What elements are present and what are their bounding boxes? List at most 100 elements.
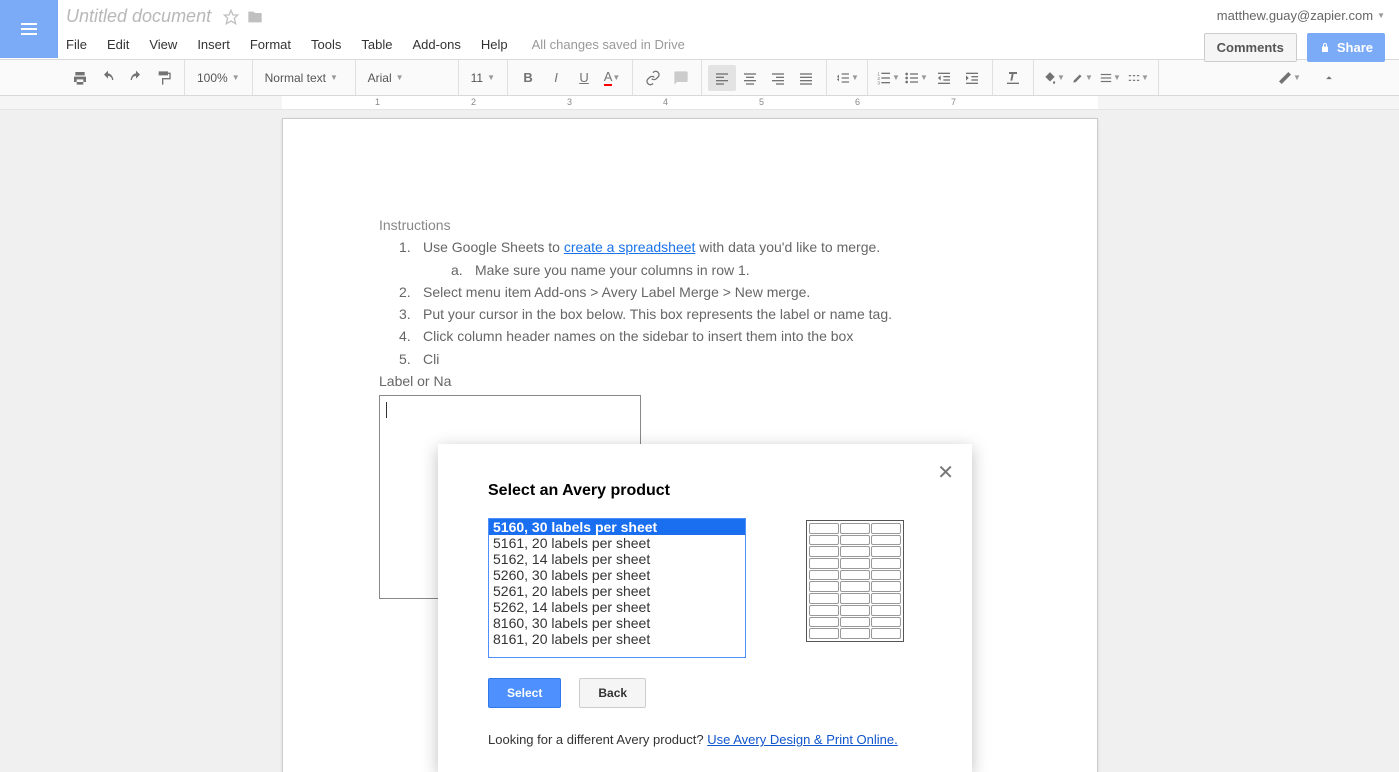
menu-file[interactable]: File <box>62 33 97 56</box>
menu-insert[interactable]: Insert <box>187 33 240 56</box>
menu-format[interactable]: Format <box>240 33 301 56</box>
line-spacing-button[interactable]: ▼ <box>833 65 861 91</box>
preview-label-cell <box>809 535 839 546</box>
user-email-text: matthew.guay@zapier.com <box>1217 8 1373 23</box>
editing-mode-button[interactable]: ▼ <box>1275 65 1303 91</box>
product-option[interactable]: 8160, 30 labels per sheet <box>489 615 745 631</box>
preview-label-cell <box>840 523 870 534</box>
preview-label-cell <box>871 558 901 569</box>
product-option[interactable]: 5260, 30 labels per sheet <box>489 567 745 583</box>
app-header: Untitled document FileEditViewInsertForm… <box>0 0 1399 60</box>
undo-button[interactable] <box>94 65 122 91</box>
increase-indent-button[interactable] <box>958 65 986 91</box>
ruler[interactable]: 1234567 <box>0 96 1399 110</box>
close-icon[interactable]: ✕ <box>937 460 954 485</box>
docs-app-icon[interactable] <box>0 0 58 58</box>
menu-view[interactable]: View <box>139 33 187 56</box>
align-center-button[interactable] <box>736 65 764 91</box>
ruler-mark: 7 <box>951 97 956 107</box>
instruction-item: 2.Select menu item Add-ons > Avery Label… <box>399 282 1001 302</box>
fill-color-button[interactable]: ▼ <box>1040 65 1068 91</box>
share-button[interactable]: Share <box>1307 33 1385 62</box>
instruction-item: 5.Cli <box>399 349 1001 369</box>
decrease-indent-button[interactable] <box>930 65 958 91</box>
preview-label-cell <box>809 605 839 616</box>
text-color-button[interactable]: A▼ <box>598 65 626 91</box>
insert-link-button[interactable] <box>639 65 667 91</box>
align-justify-button[interactable] <box>792 65 820 91</box>
instruction-item: 1.Use Google Sheets to create a spreadsh… <box>399 237 1001 257</box>
preview-label-cell <box>809 570 839 581</box>
bold-button[interactable]: B <box>514 65 542 91</box>
preview-label-cell <box>871 617 901 628</box>
folder-icon[interactable] <box>247 9 263 25</box>
clear-formatting-button[interactable] <box>999 65 1027 91</box>
caret-icon: ▼ <box>396 73 404 82</box>
align-right-button[interactable] <box>764 65 792 91</box>
bulleted-list-button[interactable]: ▼ <box>902 65 930 91</box>
user-account[interactable]: matthew.guay@zapier.com ▼ <box>1217 8 1385 23</box>
align-left-button[interactable] <box>708 65 736 91</box>
zoom-select[interactable]: 100%▼ <box>191 65 246 91</box>
preview-label-cell <box>809 581 839 592</box>
preview-label-cell <box>840 593 870 604</box>
menu-help[interactable]: Help <box>471 33 518 56</box>
product-option[interactable]: 5161, 20 labels per sheet <box>489 535 745 551</box>
create-spreadsheet-link[interactable]: create a spreadsheet <box>564 239 696 255</box>
menu-bar: FileEditViewInsertFormatToolsTableAdd-on… <box>62 33 1204 56</box>
preview-label-cell <box>871 593 901 604</box>
select-button[interactable]: Select <box>488 678 561 708</box>
caret-icon: ▼ <box>487 73 495 82</box>
font-select[interactable]: Arial▼ <box>362 65 452 91</box>
product-option[interactable]: 5160, 30 labels per sheet <box>489 519 745 535</box>
product-option[interactable]: 5261, 20 labels per sheet <box>489 583 745 599</box>
paragraph-style-select[interactable]: Normal text▼ <box>259 65 349 91</box>
preview-label-cell <box>871 605 901 616</box>
back-button[interactable]: Back <box>579 678 646 708</box>
modal-title: Select an Avery product <box>488 482 922 500</box>
save-status: All changes saved in Drive <box>518 37 685 52</box>
preview-label-cell <box>809 558 839 569</box>
product-listbox[interactable]: 5160, 30 labels per sheet5161, 20 labels… <box>488 518 746 658</box>
underline-button[interactable]: U <box>570 65 598 91</box>
border-style-button[interactable]: ▼ <box>1096 65 1124 91</box>
numbered-list-button[interactable]: 123▼ <box>874 65 902 91</box>
ruler-mark: 3 <box>567 97 572 107</box>
print-button[interactable] <box>66 65 94 91</box>
modal-footer: Looking for a different Avery product? U… <box>488 732 922 747</box>
menu-add-ons[interactable]: Add-ons <box>402 33 470 56</box>
ruler-mark: 1 <box>375 97 380 107</box>
instruction-item: 4.Click column header names on the sideb… <box>399 326 1001 346</box>
star-icon[interactable] <box>223 9 239 25</box>
label-caption: Label or Na <box>379 371 1001 391</box>
document-title[interactable]: Untitled document <box>62 4 215 29</box>
preview-label-cell <box>809 593 839 604</box>
document-canvas[interactable]: Instructions 1.Use Google Sheets to crea… <box>0 110 1399 772</box>
insert-comment-button[interactable] <box>667 65 695 91</box>
border-dash-button[interactable]: ▼ <box>1124 65 1152 91</box>
menu-tools[interactable]: Tools <box>301 33 351 56</box>
highlight-color-button[interactable]: ▼ <box>1068 65 1096 91</box>
toolbar: 100%▼ Normal text▼ Arial▼ 11▼ B I U A▼ ▼… <box>0 60 1399 96</box>
menu-table[interactable]: Table <box>351 33 402 56</box>
product-option[interactable]: 8161, 20 labels per sheet <box>489 631 745 647</box>
preview-label-cell <box>840 546 870 557</box>
product-option[interactable]: 5162, 14 labels per sheet <box>489 551 745 567</box>
menu-edit[interactable]: Edit <box>97 33 139 56</box>
preview-label-cell <box>871 628 901 639</box>
collapse-toolbar-button[interactable] <box>1315 65 1343 91</box>
paint-format-button[interactable] <box>150 65 178 91</box>
preview-label-cell <box>871 581 901 592</box>
preview-label-cell <box>871 523 901 534</box>
preview-label-cell <box>809 546 839 557</box>
italic-button[interactable]: I <box>542 65 570 91</box>
redo-button[interactable] <box>122 65 150 91</box>
product-option[interactable]: 5262, 14 labels per sheet <box>489 599 745 615</box>
preview-label-cell <box>840 617 870 628</box>
preview-label-cell <box>840 628 870 639</box>
avery-online-link[interactable]: Use Avery Design & Print Online. <box>707 732 898 747</box>
preview-label-cell <box>871 570 901 581</box>
comments-button[interactable]: Comments <box>1204 33 1297 62</box>
caret-icon: ▼ <box>330 73 338 82</box>
font-size-select[interactable]: 11▼ <box>465 65 501 91</box>
